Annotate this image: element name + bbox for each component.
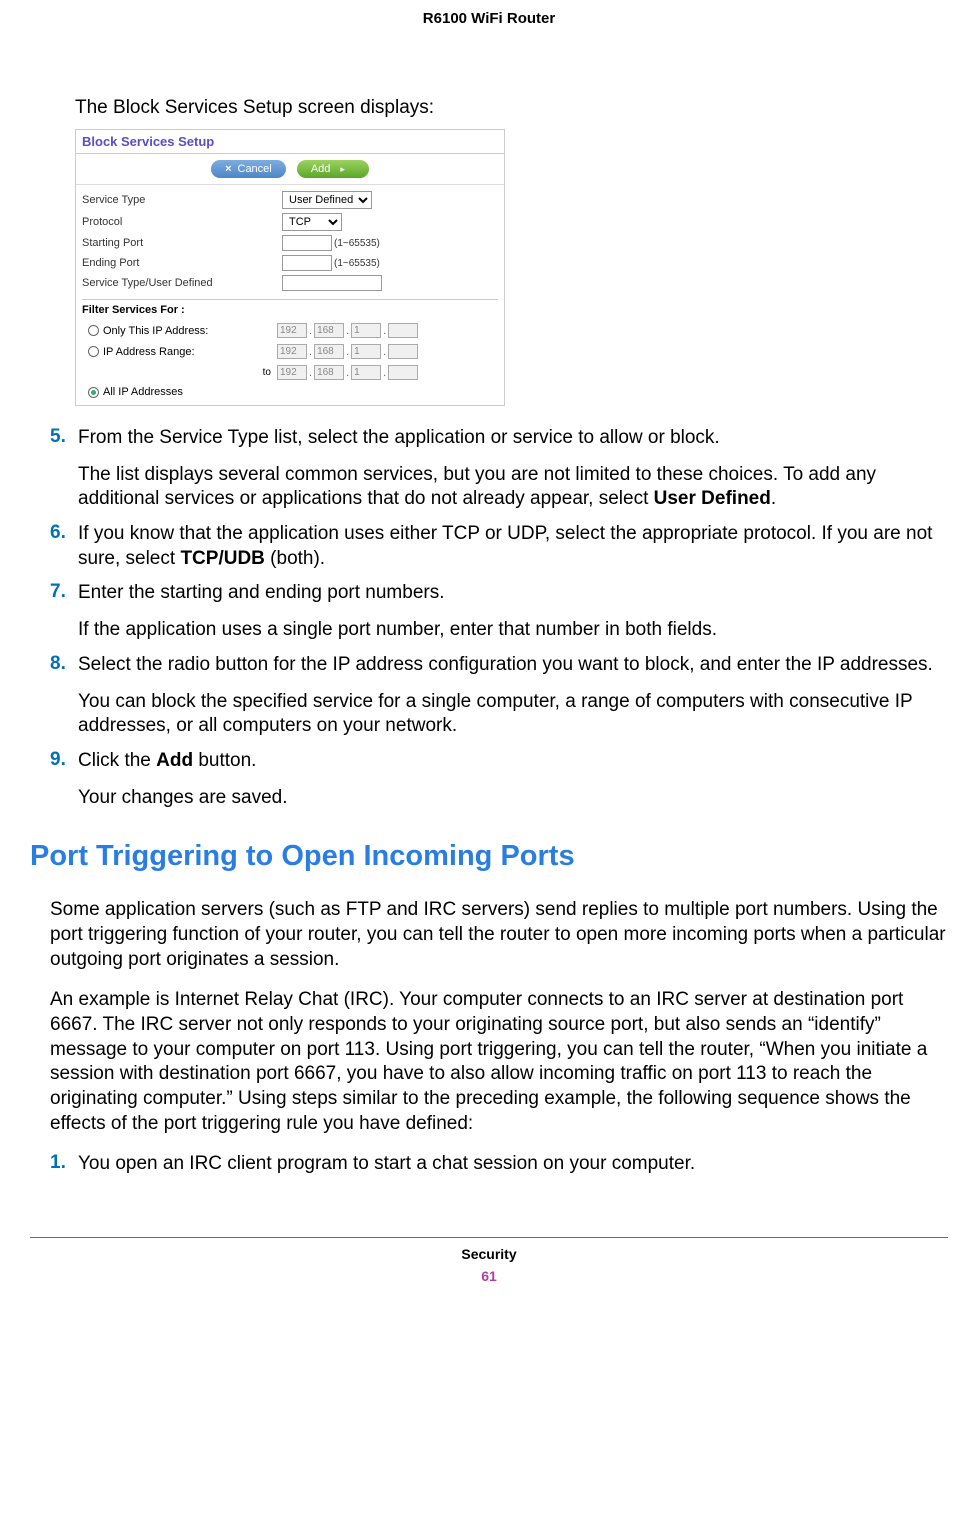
screenshot-title: Block Services Setup <box>76 130 504 154</box>
starting-port-hint: (1~65535) <box>334 238 380 249</box>
close-icon: × <box>225 163 231 175</box>
step-text: Enter the starting and ending port numbe… <box>78 582 445 603</box>
allall-ip-radio[interactable]: All IP Addresses <box>82 386 277 398</box>
step-8: 8. Select the radio button for the IP ad… <box>50 653 948 739</box>
radio-icon <box>88 325 99 336</box>
range-to-label: to <box>82 367 277 378</box>
step-5: 5. From the Service Type list, select th… <box>50 426 948 512</box>
ip-octet-1[interactable] <box>277 323 307 338</box>
bold-tcp-udb: TCP/UDB <box>180 548 264 569</box>
add-button[interactable]: Add ▸ <box>297 160 369 178</box>
step-number: 8. <box>50 653 78 739</box>
step-text: You open an IRC client program to start … <box>78 1153 695 1174</box>
intro-text: The Block Services Setup screen displays… <box>75 97 948 119</box>
range-from-octet-1[interactable] <box>277 344 307 359</box>
chevron-right-icon: ▸ <box>340 164 345 174</box>
range-to-octet-1[interactable] <box>277 365 307 380</box>
step-para: If the application uses a single port nu… <box>78 618 948 643</box>
service-user-defined-input[interactable] <box>282 275 382 291</box>
step-6: 6. If you know that the application uses… <box>50 522 948 571</box>
ending-port-label: Ending Port <box>82 257 282 269</box>
ending-port-input[interactable] <box>282 255 332 271</box>
step-number: 1. <box>50 1152 78 1177</box>
step-text: From the Service Type list, select the a… <box>78 427 720 448</box>
footer-section-label: Security <box>30 1246 948 1262</box>
step-number: 9. <box>50 749 78 810</box>
step-number: 6. <box>50 522 78 571</box>
step-9: 9. Click the Add button. Your changes ar… <box>50 749 948 810</box>
radio-icon <box>88 346 99 357</box>
step-list: 5. From the Service Type list, select th… <box>50 426 948 810</box>
step-list-2: 1. You open an IRC client program to sta… <box>50 1152 948 1177</box>
page-header: R6100 WiFi Router <box>30 10 948 27</box>
step-7: 7. Enter the starting and ending port nu… <box>50 581 948 642</box>
range-from-octet-3[interactable] <box>351 344 381 359</box>
step-number: 7. <box>50 581 78 642</box>
starting-port-input[interactable] <box>282 235 332 251</box>
section-heading-port-triggering: Port Triggering to Open Incoming Ports <box>30 840 948 873</box>
step-number: 5. <box>50 426 78 512</box>
paragraph-1: Some application servers (such as FTP an… <box>50 898 948 972</box>
bold-add: Add <box>156 750 193 771</box>
range-to-octet-4[interactable] <box>388 365 418 380</box>
service-user-defined-label: Service Type/User Defined <box>82 277 282 289</box>
ip-octet-3[interactable] <box>351 323 381 338</box>
step-text: Select the radio button for the IP addre… <box>78 654 933 675</box>
ip-octet-4[interactable] <box>388 323 418 338</box>
step-text-pre: Click the <box>78 750 156 771</box>
starting-port-label: Starting Port <box>82 237 282 249</box>
footer-page-number: 61 <box>30 1268 948 1284</box>
paragraph-2: An example is Internet Relay Chat (IRC).… <box>50 988 948 1136</box>
range-from-octet-4[interactable] <box>388 344 418 359</box>
protocol-select[interactable]: TCP <box>282 213 342 231</box>
radio-icon <box>88 387 99 398</box>
ip-range-radio[interactable]: IP Address Range: <box>82 346 277 358</box>
step-text-post: (both). <box>265 548 325 569</box>
bold-user-defined: User Defined <box>654 488 771 509</box>
cancel-label: Cancel <box>238 163 272 175</box>
filter-title: Filter Services For : <box>82 304 498 316</box>
protocol-label: Protocol <box>82 216 282 228</box>
only-this-ip-radio[interactable]: Only This IP Address: <box>82 325 277 337</box>
range-to-octet-3[interactable] <box>351 365 381 380</box>
add-label: Add <box>311 163 331 175</box>
range-to-octet-2[interactable] <box>314 365 344 380</box>
ending-port-hint: (1~65535) <box>334 258 380 269</box>
cancel-button[interactable]: × Cancel <box>211 160 286 178</box>
range-from-octet-2[interactable] <box>314 344 344 359</box>
ip-octet-2[interactable] <box>314 323 344 338</box>
service-type-label: Service Type <box>82 194 282 206</box>
step-1: 1. You open an IRC client program to sta… <box>50 1152 948 1177</box>
page-footer: Security 61 <box>30 1237 948 1284</box>
screenshot-button-bar: × Cancel Add ▸ <box>76 154 504 185</box>
step-para: You can block the specified service for … <box>78 690 948 739</box>
step-para: Your changes are saved. <box>78 786 948 811</box>
step-text-post: button. <box>193 750 256 771</box>
service-type-select[interactable]: User Defined <box>282 191 372 209</box>
block-services-screenshot: Block Services Setup × Cancel Add ▸ Servic… <box>75 129 505 406</box>
